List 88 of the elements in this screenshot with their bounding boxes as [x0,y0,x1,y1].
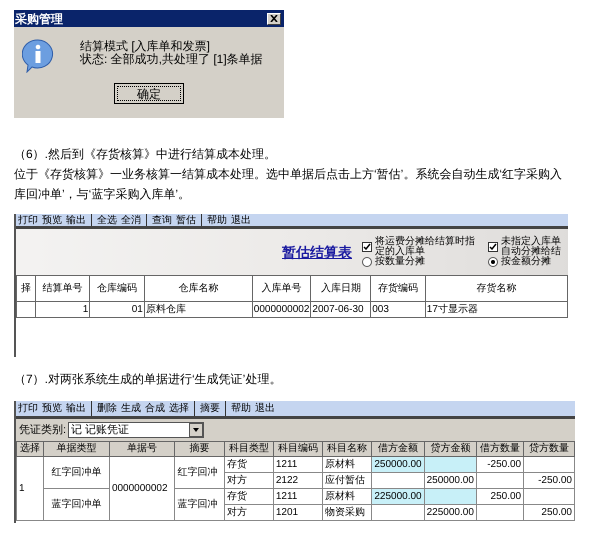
radio-button[interactable] [362,257,372,267]
column-header: 科目类型 [224,442,274,456]
message-text: 结算模式 [入库单和发票] [80,40,212,53]
close-icon [270,15,278,22]
table-cell: 对方 [224,472,274,488]
amount-cell: 225000.00 [372,488,424,504]
column-header: 贷方数量 [524,442,574,456]
column-header: 仓库名称 [144,276,252,302]
toolbar-button[interactable]: 打印 [18,216,38,226]
toolbar-button[interactable]: 全消 [121,216,141,226]
table-cell: 应付暂估 [322,472,372,488]
toolbar-button[interactable]: 生成 [121,401,141,416]
voucher-type-dropdown[interactable]: 记 记账凭证 [68,422,204,438]
column-header: 单据号 [109,442,175,456]
column-header: 仓库编码 [90,276,144,302]
window-title: 采购管理 [15,10,63,28]
close-button[interactable] [267,12,281,24]
paragraph: （6）.然后到《存货核算》中进行结算成本处理。 [14,146,278,163]
column-header: 存货名称 [425,276,568,302]
column-header: 择 [16,276,36,302]
table-cell: 2122 [273,472,322,488]
table-cell: 蓝字回冲 [174,488,224,520]
table-cell: 1211 [273,488,322,504]
table-cell: 0000000002 [252,302,311,318]
toolbar-button[interactable]: 退出 [231,216,251,226]
option-label: 按数量分摊 [375,257,425,267]
info-icon [22,39,54,73]
column-header: 科目编码 [273,442,322,456]
table-cell: 存货 [224,488,274,504]
radio-button[interactable] [488,257,498,267]
column-header: 入库单号 [252,276,311,302]
toolbar-button[interactable]: 预览 [42,216,62,226]
table-cell: 250.00 [524,504,574,520]
column-header: 借方金额 [372,442,424,456]
column-header: 选择 [16,442,44,456]
option-label: 按金额分摊 [501,257,551,267]
checkbox[interactable] [488,242,498,252]
toolbar-button[interactable]: 帮助 [207,216,227,226]
table-cell: 250.00 [476,488,524,504]
table-cell: 1 [35,302,90,318]
option-label: 未指定入库单自动分摊给结 [501,237,562,257]
column-header: 入库日期 [310,276,371,302]
field-label: 凭证类别: [19,422,66,438]
table-cell: 红字回冲单 [44,456,110,488]
table-cell: 物资采购 [322,504,372,520]
table-cell: 1211 [273,456,322,472]
table-cell: -250.00 [524,472,574,488]
toolbar-button[interactable]: 退出 [255,401,275,416]
table-cell: 0000000002 [109,456,175,520]
toolbar-button[interactable]: 输出 [66,401,86,416]
toolbar-button[interactable]: 合成 [145,401,165,416]
option-label: 将运费分摊给结算时指定的入库单 [375,237,476,257]
paragraph: 位于《存货核算》一业务核算一结算成本处理。选中单据后点击上方‘暂估’。系统会自动生成‘红字采购入库回冲单’，与‘蓝字采购入库单’。 [14,166,563,203]
table-cell: 1201 [273,504,322,520]
column-header: 单据类型 [44,442,110,456]
column-header: 借方数量 [476,442,524,456]
table-cell: 225000.00 [424,504,476,520]
report-title: 暂估结算表 [282,242,352,262]
table-cell: 003 [370,302,426,318]
table-cell: 对方 [224,504,274,520]
checkbox[interactable] [362,242,372,252]
ok-button[interactable]: 确定 [114,83,184,104]
message-text: 状态: 全部成功,共处理了 [1]条单据 [80,53,263,66]
column-header: 摘要 [174,442,224,456]
table-cell: 原料仓库 [144,302,252,318]
toolbar-button[interactable]: 暂估 [176,216,196,226]
paragraph: （7）.对两张系统生成的单据进行‘生成凭证’处理。 [14,371,282,388]
toolbar-button[interactable]: 全选 [97,216,117,226]
table-cell: 17寸显示器 [425,302,568,318]
table-cell: -250.00 [476,456,524,472]
table-cell: 存货 [224,456,274,472]
table-cell: 01 [90,302,144,318]
column-header: 科目名称 [322,442,372,456]
toolbar-button[interactable]: 打印 [18,401,38,416]
table-cell: 1 [16,456,44,520]
toolbar-button[interactable]: 删除 [97,401,117,416]
table-cell: 红字回冲 [174,456,224,488]
toolbar-button[interactable]: 查询 [152,216,172,226]
amount-cell: 250000.00 [372,456,424,472]
column-header: 存货编码 [370,276,426,302]
toolbar-button[interactable]: 输出 [66,216,86,226]
toolbar-button[interactable]: 预览 [42,401,62,416]
toolbar-button[interactable]: 摘要 [200,401,220,416]
column-header: 结算单号 [35,276,90,302]
toolbar-button[interactable]: 选择 [169,401,189,416]
table-cell: 2007-06-30 [310,302,371,318]
toolbar-button[interactable]: 帮助 [231,401,251,416]
column-header: 贷方金额 [424,442,476,456]
